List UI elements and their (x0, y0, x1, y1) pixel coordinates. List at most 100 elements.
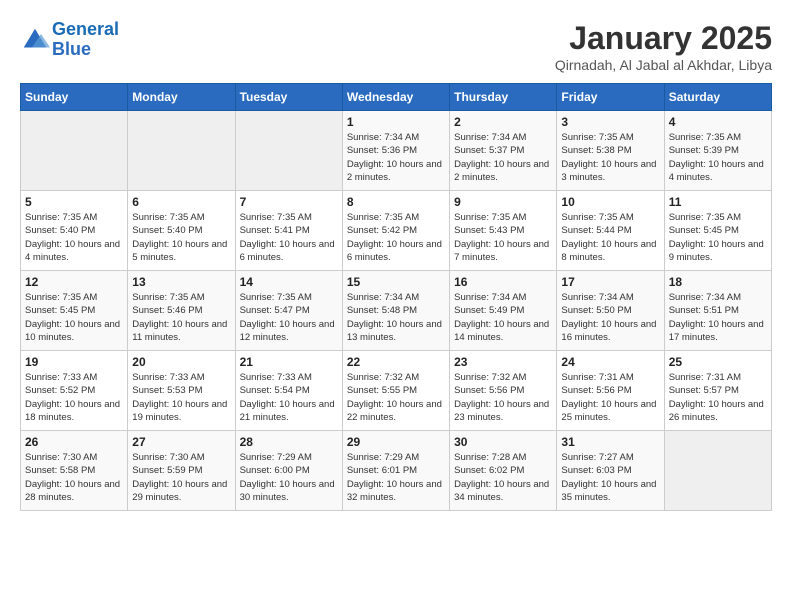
day-info: Sunrise: 7:34 AMSunset: 5:51 PMDaylight:… (669, 291, 767, 344)
day-info: Sunrise: 7:34 AMSunset: 5:50 PMDaylight:… (561, 291, 659, 344)
calendar-subtitle: Qirnadah, Al Jabal al Akhdar, Libya (555, 57, 772, 73)
day-info: Sunrise: 7:27 AMSunset: 6:03 PMDaylight:… (561, 451, 659, 504)
day-info: Sunrise: 7:35 AMSunset: 5:40 PMDaylight:… (25, 211, 123, 264)
day-number: 13 (132, 275, 230, 289)
day-number: 15 (347, 275, 445, 289)
day-info: Sunrise: 7:34 AMSunset: 5:49 PMDaylight:… (454, 291, 552, 344)
weekday-header-sunday: Sunday (21, 84, 128, 111)
day-number: 21 (240, 355, 338, 369)
calendar-cell: 25Sunrise: 7:31 AMSunset: 5:57 PMDayligh… (664, 351, 771, 431)
calendar-cell: 9 Sunrise: 7:35 AMSunset: 5:43 PMDaylight… (450, 191, 557, 271)
calendar-week-4: 19 Sunrise: 7:33 AMSunset: 5:52 PMDayligh… (21, 351, 772, 431)
day-info: Sunrise: 7:31 AMSunset: 5:57 PMDaylight:… (669, 371, 767, 424)
calendar-cell: 7 Sunrise: 7:35 AMSunset: 5:41 PMDaylight… (235, 191, 342, 271)
calendar-cell (21, 111, 128, 191)
calendar-table: SundayMondayTuesdayWednesdayThursdayFrid… (20, 83, 772, 511)
day-info: Sunrise: 7:30 AMSunset: 5:58 PMDaylight:… (25, 451, 123, 504)
calendar-cell: 28Sunrise: 7:29 AMSunset: 6:00 PMDayligh… (235, 431, 342, 511)
calendar-cell: 29Sunrise: 7:29 AMSunset: 6:01 PMDayligh… (342, 431, 449, 511)
logo-line1: General (52, 19, 119, 39)
calendar-cell: 19 Sunrise: 7:33 AMSunset: 5:52 PMDayligh… (21, 351, 128, 431)
calendar-cell (128, 111, 235, 191)
day-number: 18 (669, 275, 767, 289)
day-info: Sunrise: 7:33 AMSunset: 5:54 PMDaylight:… (240, 371, 338, 424)
calendar-cell: 5 Sunrise: 7:35 AMSunset: 5:40 PMDaylight… (21, 191, 128, 271)
day-number: 22 (347, 355, 445, 369)
day-info: Sunrise: 7:35 AMSunset: 5:45 PMDaylight:… (669, 211, 767, 264)
day-info: Sunrise: 7:32 AMSunset: 5:55 PMDaylight:… (347, 371, 445, 424)
day-number: 3 (561, 115, 659, 129)
day-number: 20 (132, 355, 230, 369)
calendar-cell: 8 Sunrise: 7:35 AMSunset: 5:42 PMDaylight… (342, 191, 449, 271)
day-number: 10 (561, 195, 659, 209)
calendar-cell: 11Sunrise: 7:35 AMSunset: 5:45 PMDayligh… (664, 191, 771, 271)
calendar-cell: 23 Sunrise: 7:32 AMSunset: 5:56 PMDayligh… (450, 351, 557, 431)
logo-line2: Blue (52, 39, 91, 59)
calendar-week-2: 5 Sunrise: 7:35 AMSunset: 5:40 PMDaylight… (21, 191, 772, 271)
day-info: Sunrise: 7:29 AMSunset: 6:01 PMDaylight:… (347, 451, 445, 504)
day-info: Sunrise: 7:35 AMSunset: 5:41 PMDaylight:… (240, 211, 338, 264)
day-number: 19 (25, 355, 123, 369)
calendar-cell: 16 Sunrise: 7:34 AMSunset: 5:49 PMDayligh… (450, 271, 557, 351)
calendar-cell: 3Sunrise: 7:35 AMSunset: 5:38 PMDaylight… (557, 111, 664, 191)
day-number: 17 (561, 275, 659, 289)
day-number: 30 (454, 435, 552, 449)
calendar-cell: 26Sunrise: 7:30 AMSunset: 5:58 PMDayligh… (21, 431, 128, 511)
page-header: General Blue January 2025 Qirnadah, Al J… (20, 20, 772, 73)
calendar-cell: 14 Sunrise: 7:35 AMSunset: 5:47 PMDayligh… (235, 271, 342, 351)
day-number: 23 (454, 355, 552, 369)
calendar-cell: 10 Sunrise: 7:35 AMSunset: 5:44 PMDayligh… (557, 191, 664, 271)
day-info: Sunrise: 7:28 AMSunset: 6:02 PMDaylight:… (454, 451, 552, 504)
calendar-cell: 27 Sunrise: 7:30 AMSunset: 5:59 PMDayligh… (128, 431, 235, 511)
calendar-cell (235, 111, 342, 191)
logo: General Blue (20, 20, 119, 60)
day-number: 7 (240, 195, 338, 209)
day-info: Sunrise: 7:34 AMSunset: 5:48 PMDaylight:… (347, 291, 445, 344)
day-info: Sunrise: 7:35 AMSunset: 5:46 PMDaylight:… (132, 291, 230, 344)
day-info: Sunrise: 7:34 AMSunset: 5:36 PMDaylight:… (347, 131, 445, 184)
day-info: Sunrise: 7:35 AMSunset: 5:40 PMDaylight:… (132, 211, 230, 264)
calendar-cell: 17 Sunrise: 7:34 AMSunset: 5:50 PMDayligh… (557, 271, 664, 351)
day-info: Sunrise: 7:35 AMSunset: 5:43 PMDaylight:… (454, 211, 552, 264)
calendar-cell: 18 Sunrise: 7:34 AMSunset: 5:51 PMDayligh… (664, 271, 771, 351)
day-number: 31 (561, 435, 659, 449)
weekday-header-friday: Friday (557, 84, 664, 111)
day-number: 14 (240, 275, 338, 289)
day-number: 9 (454, 195, 552, 209)
day-info: Sunrise: 7:33 AMSunset: 5:53 PMDaylight:… (132, 371, 230, 424)
weekday-header-wednesday: Wednesday (342, 84, 449, 111)
calendar-cell: 15 Sunrise: 7:34 AMSunset: 5:48 PMDayligh… (342, 271, 449, 351)
calendar-cell: 12Sunrise: 7:35 AMSunset: 5:45 PMDayligh… (21, 271, 128, 351)
day-number: 16 (454, 275, 552, 289)
logo-text: General Blue (52, 20, 119, 60)
calendar-week-5: 26Sunrise: 7:30 AMSunset: 5:58 PMDayligh… (21, 431, 772, 511)
calendar-cell: 4 Sunrise: 7:35 AMSunset: 5:39 PMDaylight… (664, 111, 771, 191)
day-number: 4 (669, 115, 767, 129)
day-info: Sunrise: 7:33 AMSunset: 5:52 PMDaylight:… (25, 371, 123, 424)
day-number: 24 (561, 355, 659, 369)
title-area: January 2025 Qirnadah, Al Jabal al Akhda… (555, 20, 772, 73)
day-number: 27 (132, 435, 230, 449)
day-info: Sunrise: 7:35 AMSunset: 5:44 PMDaylight:… (561, 211, 659, 264)
day-info: Sunrise: 7:32 AMSunset: 5:56 PMDaylight:… (454, 371, 552, 424)
day-info: Sunrise: 7:35 AMSunset: 5:39 PMDaylight:… (669, 131, 767, 184)
calendar-cell: 24Sunrise: 7:31 AMSunset: 5:56 PMDayligh… (557, 351, 664, 431)
calendar-cell: 30 Sunrise: 7:28 AMSunset: 6:02 PMDayligh… (450, 431, 557, 511)
calendar-cell: 6Sunrise: 7:35 AMSunset: 5:40 PMDaylight… (128, 191, 235, 271)
calendar-cell: 2 Sunrise: 7:34 AMSunset: 5:37 PMDaylight… (450, 111, 557, 191)
day-number: 2 (454, 115, 552, 129)
calendar-week-1: 1 Sunrise: 7:34 AMSunset: 5:36 PMDaylight… (21, 111, 772, 191)
day-info: Sunrise: 7:35 AMSunset: 5:42 PMDaylight:… (347, 211, 445, 264)
day-number: 1 (347, 115, 445, 129)
day-info: Sunrise: 7:35 AMSunset: 5:47 PMDaylight:… (240, 291, 338, 344)
calendar-cell: 13 Sunrise: 7:35 AMSunset: 5:46 PMDayligh… (128, 271, 235, 351)
weekday-header-monday: Monday (128, 84, 235, 111)
day-info: Sunrise: 7:30 AMSunset: 5:59 PMDaylight:… (132, 451, 230, 504)
weekday-header-thursday: Thursday (450, 84, 557, 111)
calendar-title: January 2025 (555, 20, 772, 57)
day-number: 8 (347, 195, 445, 209)
calendar-cell: 21 Sunrise: 7:33 AMSunset: 5:54 PMDayligh… (235, 351, 342, 431)
day-number: 5 (25, 195, 123, 209)
weekday-header-saturday: Saturday (664, 84, 771, 111)
day-info: Sunrise: 7:34 AMSunset: 5:37 PMDaylight:… (454, 131, 552, 184)
